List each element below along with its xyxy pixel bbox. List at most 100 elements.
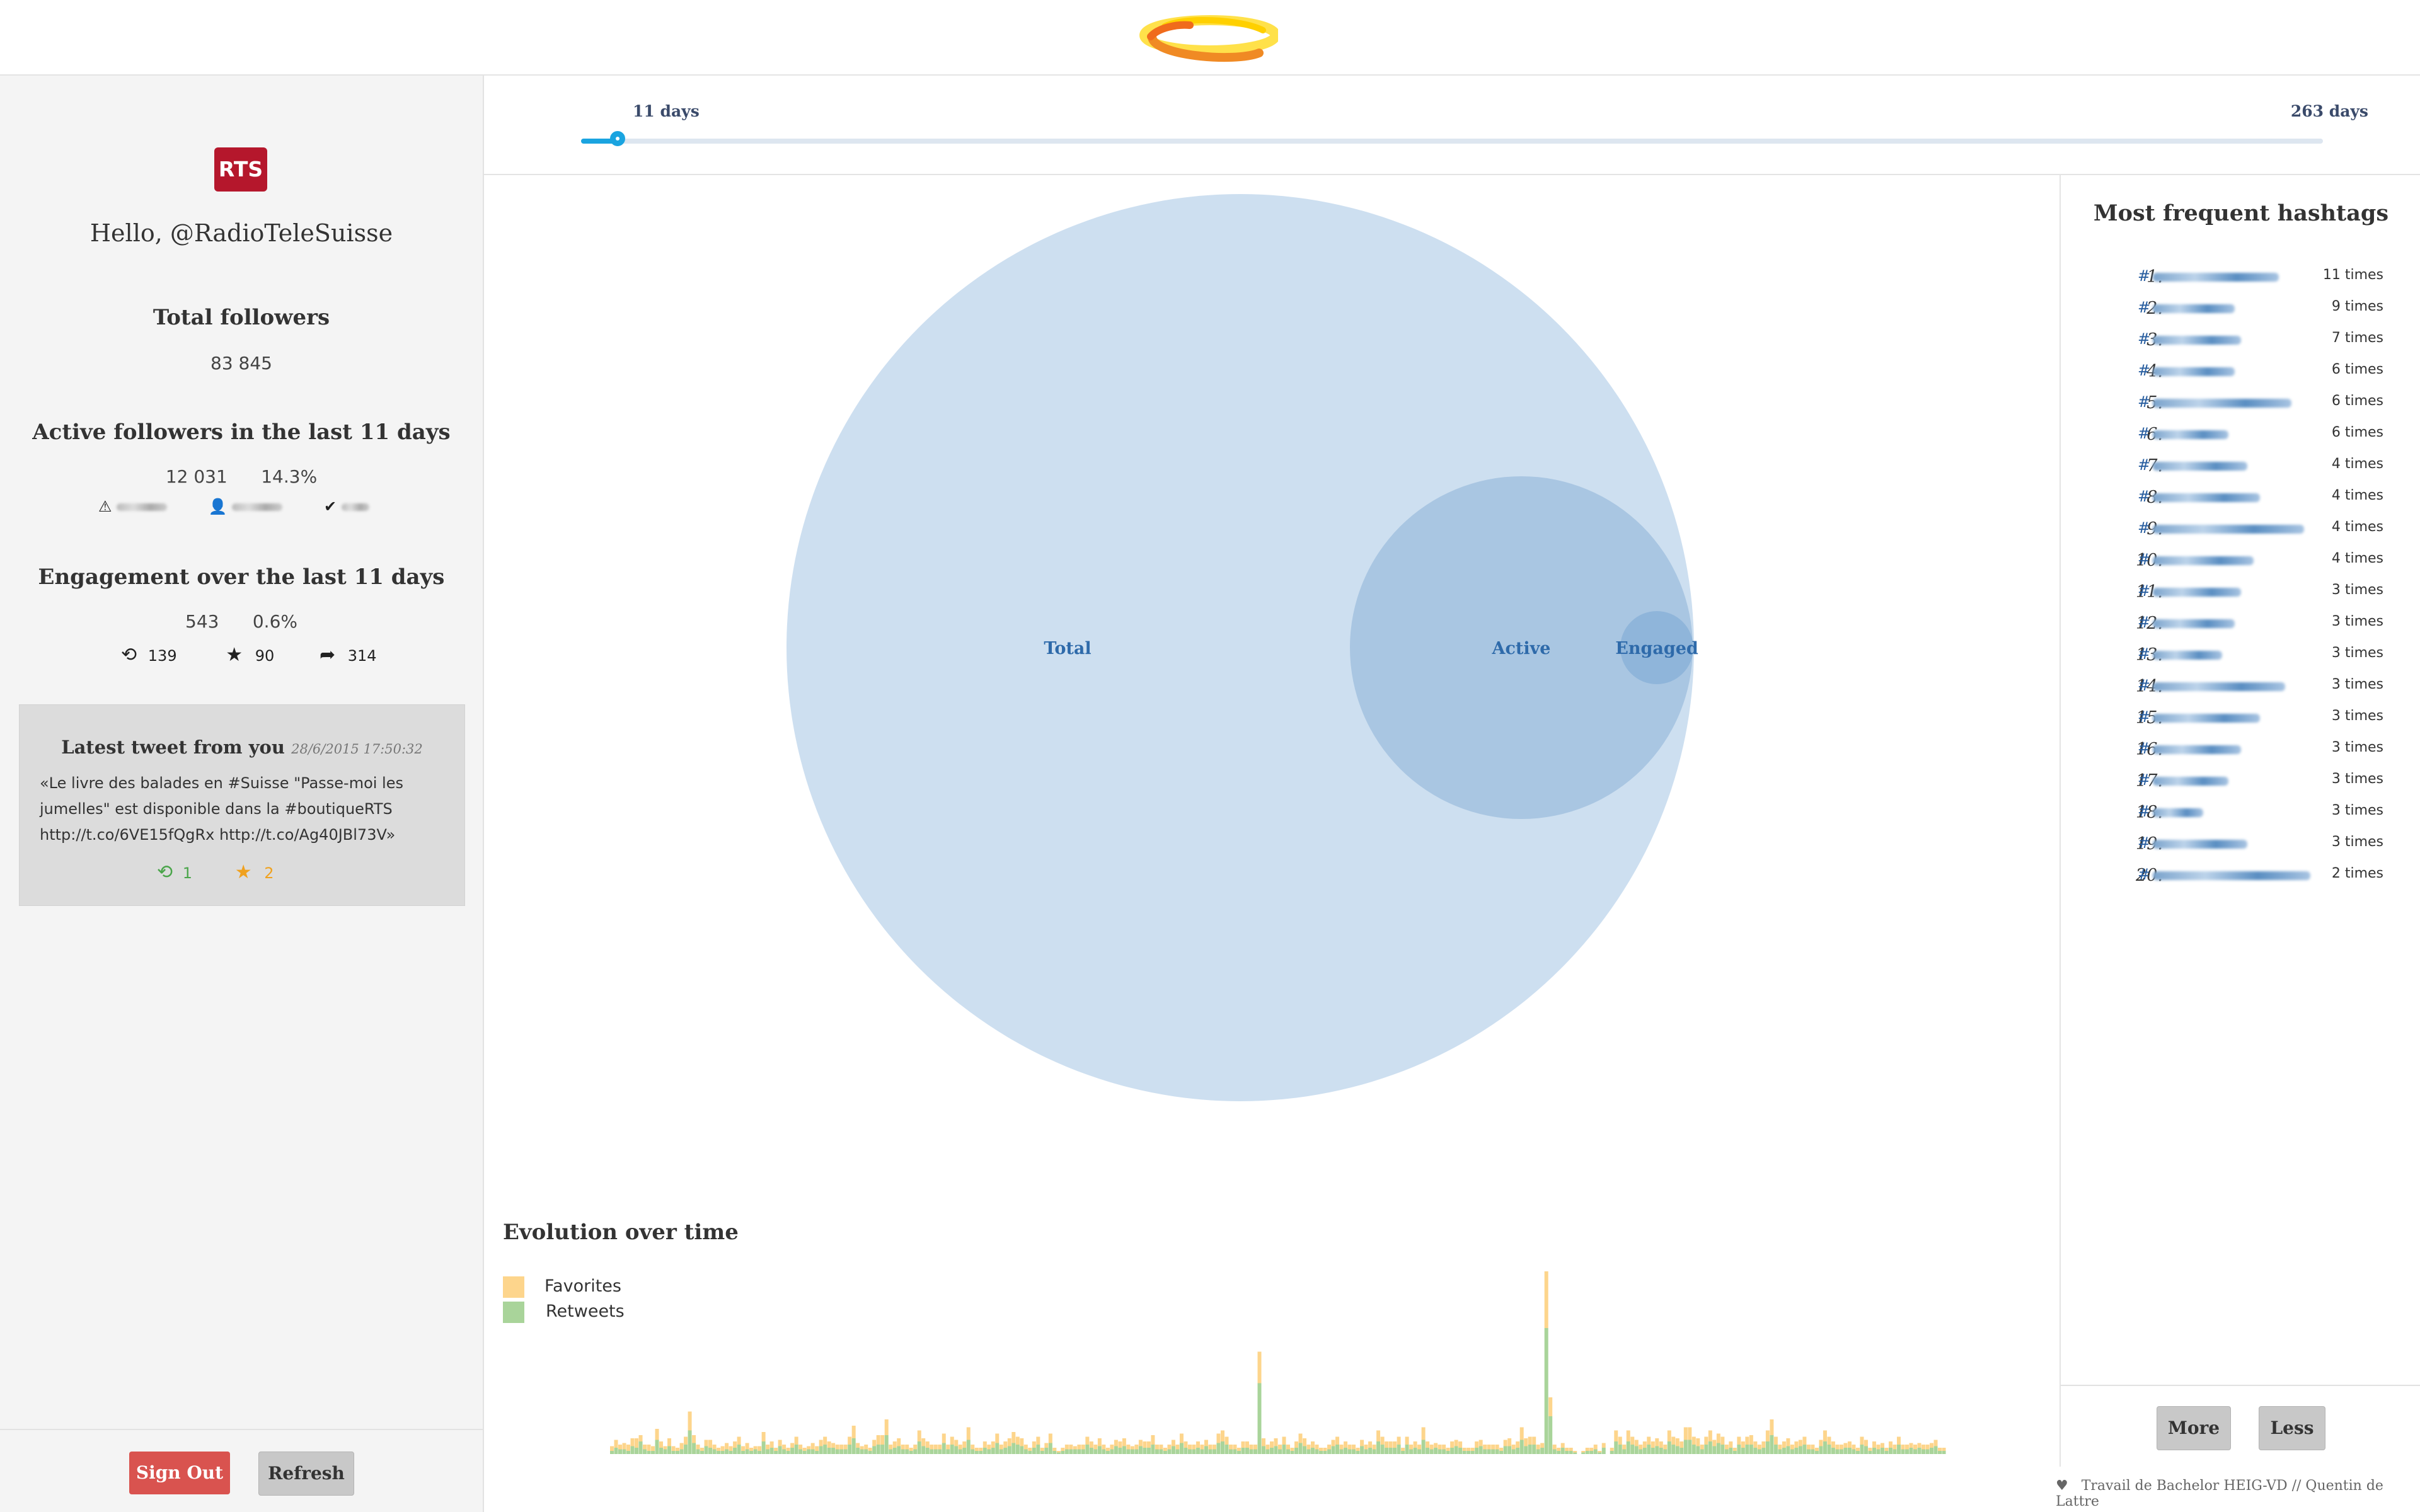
bar-favorites [1196, 1441, 1200, 1448]
bar-favorites [729, 1446, 733, 1451]
bar-retweets [1204, 1446, 1208, 1454]
slider-thumb[interactable] [610, 131, 625, 146]
bar-favorites [864, 1445, 868, 1450]
hashtag-tag[interactable]: # [2138, 582, 2242, 600]
bar-favorites [1478, 1440, 1483, 1446]
bar-retweets [1708, 1441, 1712, 1454]
hashtag-tag[interactable]: # [2138, 425, 2229, 442]
hashtag-row[interactable]: 19. #3 times [2061, 834, 2420, 862]
bar-favorites [1376, 1430, 1381, 1441]
bar-retweets [630, 1446, 635, 1454]
bar-favorites [1249, 1445, 1253, 1450]
bar-retweets [1770, 1435, 1774, 1454]
bar-retweets [1491, 1449, 1495, 1454]
bar-retweets [1778, 1449, 1782, 1454]
hashtag-tag[interactable]: # [2138, 740, 2242, 757]
bar-retweets [1700, 1449, 1704, 1454]
bar-retweets [913, 1449, 918, 1454]
bar-favorites [999, 1445, 1003, 1450]
bar-retweets [1331, 1446, 1335, 1454]
bar-retweets [1536, 1449, 1540, 1454]
hashtag-tag[interactable]: # [2138, 803, 2204, 820]
hashtag-tag[interactable]: # [2138, 299, 2235, 316]
hashtag-tag[interactable]: # [2138, 267, 2279, 285]
top-bar [0, 0, 2420, 76]
bar-retweets [901, 1449, 905, 1454]
hashtag-symbol: # [2138, 425, 2151, 442]
hashtag-row[interactable]: 5.#6 times [2061, 393, 2420, 421]
hashtag-tag[interactable]: # [2138, 614, 2235, 631]
hashtag-row[interactable]: 8.#4 times [2061, 488, 2420, 515]
bar-retweets [1429, 1449, 1434, 1454]
hashtag-tag[interactable]: # [2138, 834, 2248, 852]
bar-retweets [1893, 1449, 1897, 1454]
bar-favorites [1790, 1445, 1794, 1450]
hashtag-tag[interactable]: # [2138, 708, 2261, 726]
less-button[interactable]: Less [2259, 1406, 2325, 1450]
hashtag-row[interactable]: 6.#6 times [2061, 425, 2420, 452]
hashtag-row[interactable]: 4.#6 times [2061, 362, 2420, 389]
bar-favorites [1765, 1430, 1770, 1441]
bar-retweets [815, 1451, 819, 1454]
latest-tweet-text[interactable]: «Le livre des balades en #Suisse "Passe-… [40, 770, 449, 848]
star-icon: ★ [234, 861, 252, 883]
hashtag-row[interactable]: 3.#7 times [2061, 330, 2420, 358]
bar-favorites [942, 1433, 946, 1443]
bar-retweets [1917, 1448, 1922, 1454]
hashtag-tag[interactable]: # [2138, 677, 2286, 694]
bar-retweets [1929, 1448, 1933, 1454]
hashtag-row[interactable]: 12. #3 times [2061, 614, 2420, 641]
venn-active-label: Active [1492, 639, 1551, 658]
hashtag-row[interactable]: 20. #2 times [2061, 866, 2420, 893]
hashtag-tag[interactable]: # [2138, 330, 2242, 348]
hashtag-tag[interactable]: # [2138, 362, 2235, 379]
hashtag-row[interactable]: 18. #3 times [2061, 803, 2420, 830]
bar-retweets [1040, 1451, 1044, 1454]
bar-retweets [1478, 1446, 1483, 1454]
hashtag-row[interactable]: 14. #3 times [2061, 677, 2420, 704]
bar-retweets [749, 1451, 754, 1454]
bar-retweets [786, 1451, 790, 1454]
bar-favorites [1134, 1445, 1139, 1450]
hashtag-tag[interactable]: # [2138, 393, 2292, 411]
hashtag-row[interactable]: 15. #3 times [2061, 708, 2420, 736]
ring-logo-icon[interactable] [1139, 11, 1278, 64]
hashtag-row[interactable]: 17. #3 times [2061, 771, 2420, 799]
sign-out-button[interactable]: Sign Out [129, 1452, 230, 1494]
bar-favorites [696, 1445, 700, 1450]
bar-favorites [638, 1435, 643, 1441]
hashtag-tag[interactable]: # [2138, 645, 2223, 663]
hashtag-tag[interactable]: # [2138, 866, 2311, 883]
blurred-hashtag [2153, 776, 2229, 786]
hashtag-row[interactable]: 7.#4 times [2061, 456, 2420, 484]
slider-max-label: 263 days [2290, 102, 2368, 120]
bar-favorites [1852, 1445, 1856, 1450]
bar-retweets [1680, 1448, 1684, 1454]
hashtag-row[interactable]: 9.#4 times [2061, 519, 2420, 547]
bar-retweets [1601, 1448, 1606, 1454]
hashtag-tag[interactable]: # [2138, 551, 2254, 568]
blurred-hashtag [2153, 272, 2279, 282]
more-button[interactable]: More [2157, 1406, 2231, 1450]
hashtag-row[interactable]: 11. #3 times [2061, 582, 2420, 610]
bar-favorites [1388, 1441, 1393, 1448]
bar-favorites [872, 1440, 877, 1446]
bar-retweets [1647, 1445, 1651, 1454]
hashtag-row[interactable]: 10. #4 times [2061, 551, 2420, 578]
hashtag-tag[interactable]: # [2138, 456, 2248, 474]
hashtag-tag[interactable]: # [2138, 519, 2305, 537]
bar-favorites [1860, 1436, 1864, 1445]
hashtag-row[interactable]: 16. #3 times [2061, 740, 2420, 767]
hashtag-row[interactable]: 1.#11 times [2061, 267, 2420, 295]
bar-favorites [1925, 1445, 1930, 1450]
bar-favorites [1868, 1448, 1872, 1451]
bar-favorites [1146, 1441, 1151, 1448]
bar-retweets [1876, 1449, 1881, 1454]
slider-track[interactable] [581, 131, 2323, 146]
hashtag-row[interactable]: 2.#9 times [2061, 299, 2420, 326]
hashtag-count: 2 times [2331, 866, 2383, 881]
hashtag-tag[interactable]: # [2138, 488, 2261, 505]
hashtag-tag[interactable]: # [2138, 771, 2229, 789]
hashtag-row[interactable]: 13. #3 times [2061, 645, 2420, 673]
refresh-button[interactable]: Refresh [258, 1452, 354, 1496]
